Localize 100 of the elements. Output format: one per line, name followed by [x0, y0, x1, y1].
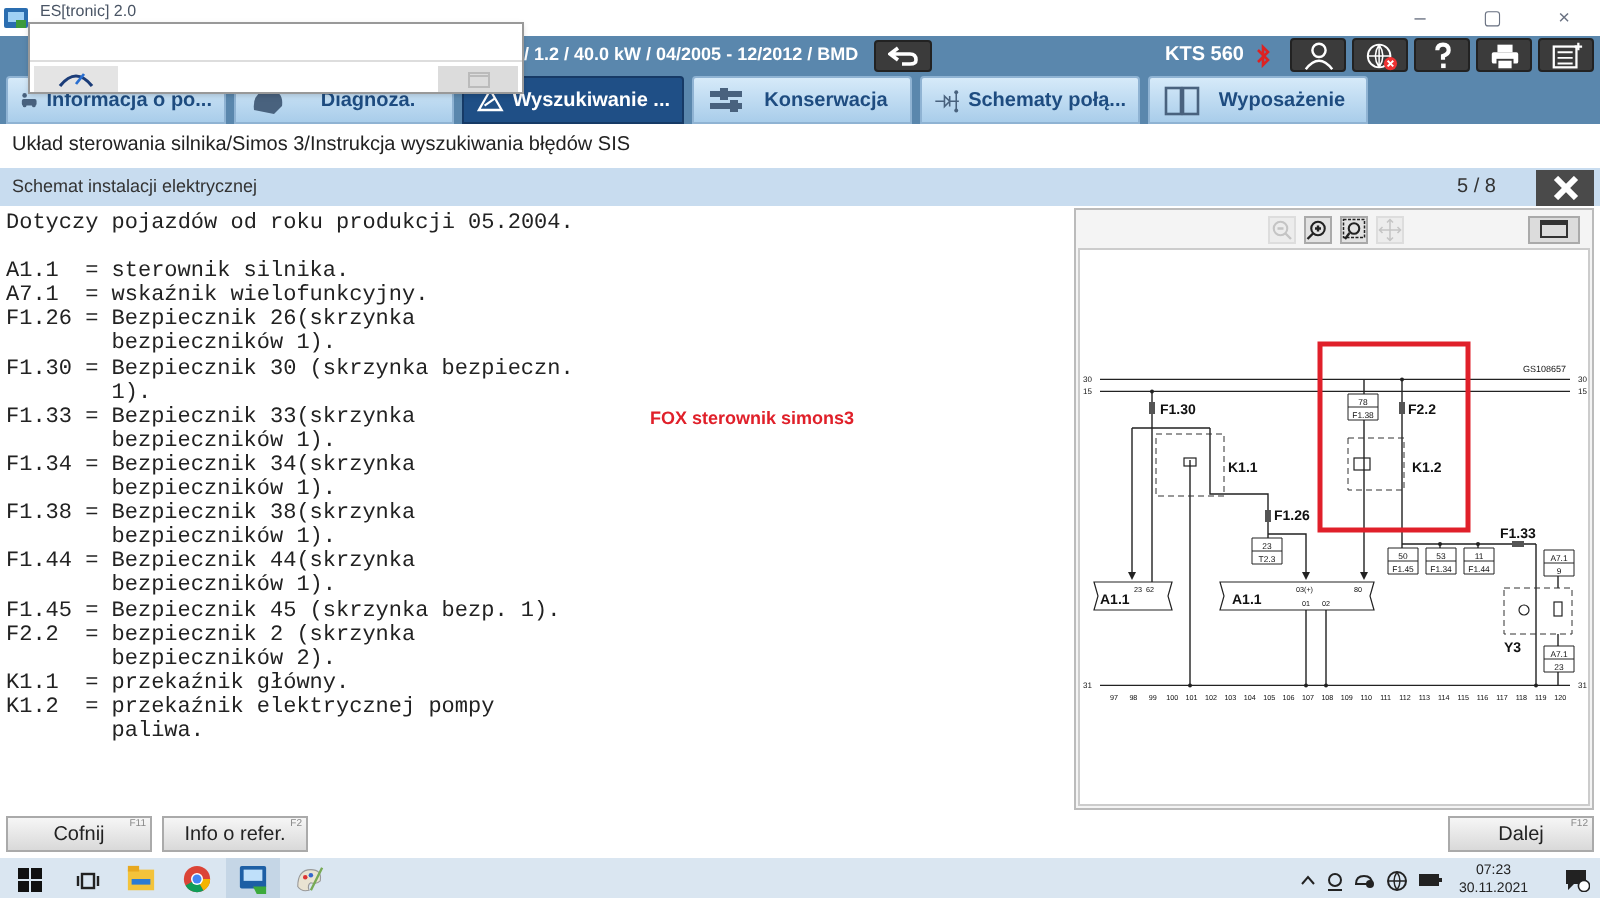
page-counter: 5 / 8: [1457, 174, 1496, 202]
legend-sign: =: [85, 357, 101, 386]
legend-text: bezpieczników 1).: [111, 574, 338, 599]
printer-icon: [1487, 39, 1521, 71]
legend-symbol: A1.1: [6, 260, 61, 285]
zoom-area-icon: [1342, 217, 1366, 241]
legend-sign: =: [85, 671, 101, 696]
intro-text: Dotyczy pojazdów od roku produkcji 05.2004.: [6, 212, 576, 237]
legend-symbol: K1.1: [6, 671, 61, 696]
help-button[interactable]: [1414, 38, 1470, 72]
legend-symbol: F1.45: [6, 599, 75, 624]
legend-sign: =: [85, 284, 101, 309]
globe-icon: [1386, 869, 1409, 891]
tab[interactable]: Wyposażenie: [1148, 76, 1368, 124]
folder-icon: [126, 863, 156, 893]
task-view-icon: [75, 869, 99, 891]
chevron-up-icon: [1300, 874, 1317, 886]
browser-icon: [182, 863, 212, 893]
move-icon: [1378, 217, 1402, 241]
zoom-in-button[interactable]: [1304, 215, 1332, 243]
legend-sign: =: [85, 308, 101, 337]
legend-symbol: F1.38: [6, 502, 75, 531]
user-button[interactable]: [1290, 38, 1346, 72]
legend-text: paliwa.: [111, 719, 206, 745]
tab[interactable]: Schematy połą...: [920, 76, 1140, 124]
window-button[interactable]: [1528, 215, 1580, 243]
terminal-box: [1251, 537, 1283, 565]
device-name: KTS 560: [1165, 42, 1244, 70]
print-button[interactable]: [1476, 38, 1532, 72]
legend-sign: =: [85, 405, 101, 434]
legend-text: bezpieczników 1).: [111, 478, 336, 503]
legend-sign: =: [85, 453, 101, 482]
tab[interactable]: Konserwacja: [692, 76, 912, 124]
location-icon: [1326, 869, 1345, 891]
terminal-box: [1425, 547, 1457, 575]
sliders-icon: [706, 82, 746, 118]
notification-icon: [1563, 868, 1589, 892]
book-icon: [1162, 82, 1202, 118]
zoom-area-button[interactable]: [1340, 215, 1368, 243]
back-button[interactable]: [874, 39, 933, 71]
app-logo-icon: [238, 863, 268, 893]
legend-text: wskaźnik wielofunkcyjny.: [111, 284, 429, 309]
tab[interactable]: Wyszukiwanie ...: [462, 76, 684, 124]
legend-text: Bezpiecznik 33(skrzynka: [111, 405, 416, 430]
close-button[interactable]: ×: [1528, 0, 1600, 36]
palette-icon: [294, 863, 324, 893]
globe-icon: [1363, 39, 1397, 71]
legend-text: bezpiecznik 2 (skrzynka: [111, 623, 416, 648]
legend-symbol: F1.44: [6, 550, 75, 579]
legend-text: Bezpiecznik 44(skrzynka: [111, 550, 416, 575]
legend-text: bezpieczników 2).: [111, 647, 338, 672]
speed-button[interactable]: [34, 66, 118, 92]
user-icon: [1301, 39, 1335, 71]
network-button[interactable]: [1352, 38, 1408, 72]
legend-symbol: K1.2: [6, 695, 61, 724]
legend-sign: =: [85, 260, 101, 285]
legend-text: Bezpiecznik 38(skrzynka: [111, 502, 416, 527]
legend-text: sterownik silnika.: [111, 260, 350, 285]
breadcrumb: Układ sterowania silnika/Simos 3/Instrukcja wyszukiwania błędów SIS: [12, 132, 631, 160]
legend-text: Bezpiecznik 34(skrzynka: [111, 453, 416, 478]
legend-sign: =: [85, 623, 101, 652]
zoom-in-icon: [1306, 217, 1330, 241]
window-icon: [1540, 220, 1568, 238]
legend-symbol: A7.1: [6, 284, 61, 309]
legend-symbol: F2.2: [6, 623, 61, 652]
legend-sign: =: [85, 599, 101, 624]
legend-text: Bezpiecznik 30 (skrzynka bezpieczn.: [111, 357, 574, 382]
legend-text: przekaźnik elektrycznej pompy: [111, 695, 495, 720]
legend-text: bezpieczników 1).: [111, 332, 338, 358]
legend-symbol: F1.33: [6, 405, 75, 434]
legend-text: bezpieczników 1).: [111, 526, 336, 551]
terminal-box: [1387, 547, 1419, 575]
legend-text: Bezpiecznik 26(skrzynka: [111, 308, 416, 333]
legend-text: 1).: [111, 381, 154, 406]
legend-symbol: F1.30: [6, 357, 75, 386]
legend-sign: =: [85, 550, 101, 579]
estronic-button[interactable]: [226, 858, 280, 898]
legend-sign: =: [85, 502, 101, 531]
windows-icon: [18, 868, 42, 892]
section-title: Schemat instalacji elektrycznej: [12, 173, 258, 200]
list-icon: [1549, 39, 1583, 71]
close-icon: [1551, 175, 1579, 199]
terminal-box: [1463, 547, 1495, 575]
vehicle-info: / 1.2 / 40.0 kW / 04/2005 - 12/2012 / BMD: [524, 41, 859, 68]
window-title: ES[tronic] 2.0: [40, 2, 137, 20]
menu-button[interactable]: [1538, 38, 1594, 72]
battery-icon: [1418, 872, 1443, 888]
back-arrow-icon: [887, 45, 920, 65]
annotation-label: FOX sterownik simons3: [650, 406, 855, 431]
minimize-button[interactable]: –: [1384, 0, 1456, 36]
gauge-icon: [56, 70, 96, 88]
legend-symbol: F1.26: [6, 308, 75, 337]
restore-button[interactable]: ▢: [1456, 0, 1528, 36]
zoom-out-icon: [1270, 217, 1294, 241]
close-button[interactable]: [1536, 169, 1594, 205]
app-logo-icon: [4, 6, 28, 30]
legend-text: bezpieczników 1).: [111, 429, 338, 454]
legend-symbol: F1.34: [6, 453, 75, 482]
window-icon: [467, 71, 489, 87]
terminal-box: [1347, 393, 1379, 421]
